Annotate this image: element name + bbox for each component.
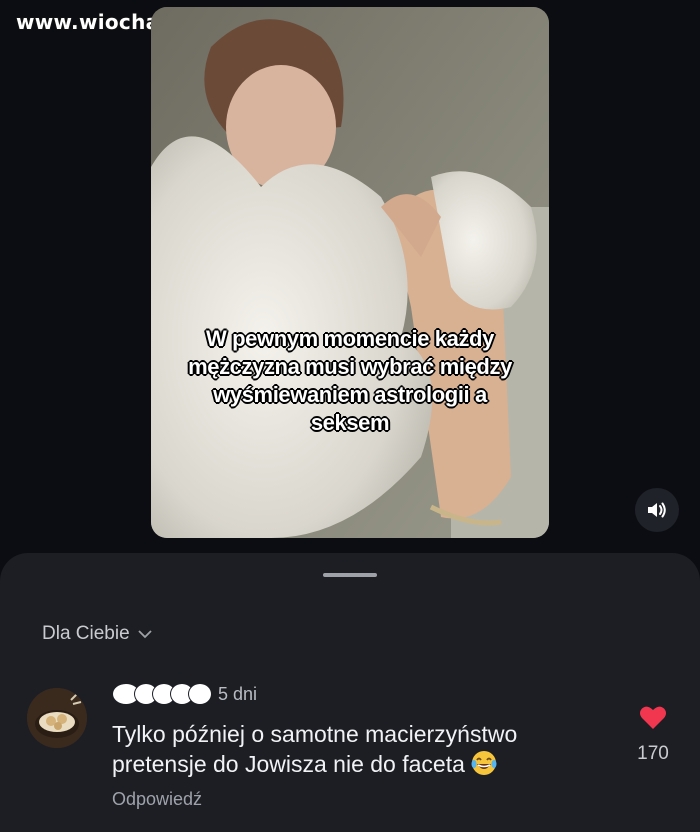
sheet-drag-handle[interactable] (323, 573, 377, 577)
chevron-down-icon (138, 630, 152, 639)
speaker-on-icon (648, 502, 666, 518)
caption-line: mężczyzna musi wybrać między (188, 354, 512, 379)
avatar-image (27, 688, 87, 748)
comment-meta: 5 dni (112, 683, 257, 705)
caption-line: W pewnym momencie każdy (206, 326, 494, 351)
heart-icon (640, 706, 666, 729)
comment-time: 5 dni (218, 683, 258, 704)
comment-text: Tylko później o samotne macierzyństwo pr… (112, 719, 612, 783)
video-frame-image (151, 7, 549, 538)
like-button[interactable]: 170 (633, 705, 673, 765)
comment-text-content: Tylko później o samotne macierzyństwo pr… (112, 721, 518, 777)
sound-toggle-button[interactable] (635, 488, 679, 532)
caption-line: seksem (310, 410, 390, 435)
like-count: 170 (637, 743, 669, 764)
reply-button[interactable]: Odpowiedź (112, 789, 202, 810)
filter-label: Dla Ciebie (42, 623, 130, 644)
redacted-username (112, 683, 212, 705)
video-player[interactable]: W pewnym momencie każdy mężczyzna musi w… (151, 7, 549, 538)
laughing-tears-emoji-icon (471, 750, 497, 783)
avatar[interactable] (27, 688, 87, 748)
caption-line: wyśmiewaniem astrologii a (213, 382, 487, 407)
comments-filter-dropdown[interactable]: Dla Ciebie (42, 623, 152, 645)
comments-sheet: Dla Ciebie 5 dni Tylko później o samotne… (0, 553, 700, 832)
video-caption: W pewnym momencie każdy mężczyzna musi w… (151, 325, 549, 437)
